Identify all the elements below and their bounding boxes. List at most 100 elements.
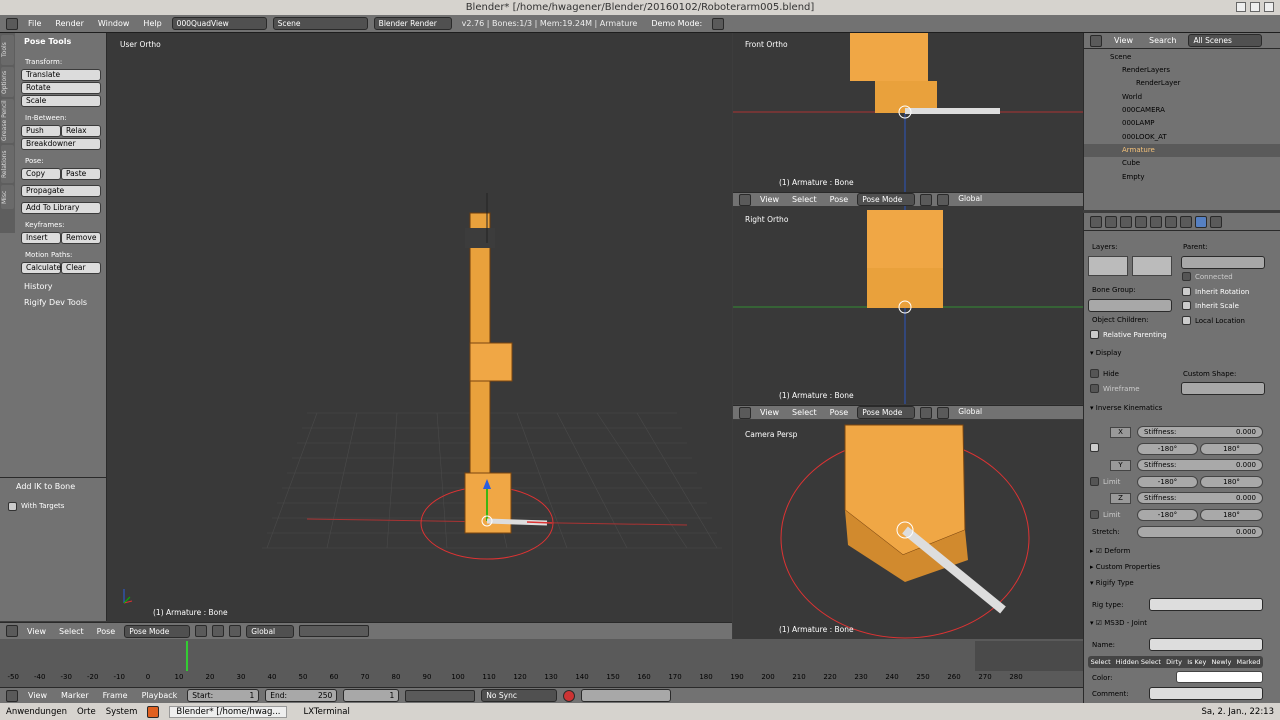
shading-icon[interactable] — [920, 193, 933, 206]
render-tab-icon[interactable] — [1105, 215, 1117, 228]
tab-grease-pencil[interactable]: Grease Pencil — [1, 99, 14, 143]
stretch-slider[interactable]: 0.000 — [1137, 526, 1263, 538]
add-to-library-button[interactable]: Add To Library — [21, 202, 101, 214]
taskbar-terminal[interactable]: LXTerminal — [297, 707, 355, 717]
clear-paths-button[interactable]: Clear — [61, 262, 101, 274]
stiffness-z-slider[interactable]: Stiffness: 0.000 — [1137, 492, 1263, 504]
editor-type-icon[interactable] — [1090, 215, 1102, 228]
flag-is-key[interactable]: Is Key — [1187, 656, 1206, 668]
taskbar-blender[interactable]: Blender* [/home/hwag... — [169, 705, 288, 718]
menu-view[interactable]: View — [756, 195, 783, 204]
maximize-icon[interactable] — [1250, 2, 1260, 12]
viewport-user-ortho[interactable]: User Ortho (1) Armature : Bone — [107, 33, 732, 622]
stiffness-y-slider[interactable]: Stiffness: 0.000 — [1137, 459, 1263, 471]
lock-y-toggle[interactable]: Y — [1110, 460, 1131, 471]
wireframe-checkbox[interactable] — [1090, 384, 1099, 393]
menu-help[interactable]: Help — [139, 19, 165, 28]
outliner-view-menu[interactable]: View — [1110, 36, 1137, 45]
outliner-filter-select[interactable]: All Scenes — [1188, 34, 1263, 47]
comment-field[interactable] — [1149, 687, 1263, 700]
start-frame-field[interactable]: Start: 1 — [187, 689, 260, 702]
orientation-select[interactable]: Global — [954, 193, 988, 206]
viewport-front-ortho[interactable]: Front Ortho (1) Armature : Bone — [733, 33, 1083, 192]
menu-select[interactable]: Select — [55, 627, 88, 636]
layers-icon[interactable] — [299, 625, 370, 637]
data-tab-icon[interactable] — [1180, 215, 1192, 228]
relax-button[interactable]: Relax — [61, 125, 101, 137]
tab-relations[interactable]: Relations — [1, 145, 14, 183]
outliner-item-lamp[interactable]: 000LAMP — [1084, 117, 1280, 130]
insert-keyframe-button[interactable]: Insert — [21, 232, 61, 244]
limit-z-min[interactable]: -180° — [1137, 509, 1198, 521]
object-tab-icon[interactable] — [1150, 215, 1162, 228]
propagate-button[interactable]: Propagate — [21, 185, 101, 197]
pose-tools-header[interactable]: Pose Tools — [24, 37, 71, 46]
add-ik-operator-header[interactable]: Add IK to Bone — [16, 482, 75, 491]
pivot-icon[interactable] — [937, 193, 950, 206]
flag-select[interactable]: Select — [1091, 656, 1111, 668]
color-swatch[interactable] — [1176, 671, 1263, 683]
timeline-view-menu[interactable]: View — [24, 691, 51, 700]
render-engine-select[interactable]: Blender Render — [373, 17, 452, 30]
history-panel-header[interactable]: History — [24, 282, 52, 291]
menu-window[interactable]: Window — [94, 19, 134, 28]
outliner-item-renderlayer[interactable]: RenderLayer — [1084, 77, 1280, 90]
outliner-item-look-at[interactable]: 000LOOK_AT — [1084, 131, 1280, 144]
calculate-paths-button[interactable]: Calculate — [21, 262, 61, 274]
viewport-right-ortho[interactable]: Right Ortho (1) Armature : Bone — [733, 206, 1083, 404]
layers-grid-b[interactable] — [1132, 256, 1172, 276]
world-tab-icon[interactable] — [1135, 215, 1147, 228]
timeline-frame-menu[interactable]: Frame — [99, 691, 132, 700]
bone-constraints-tab-icon[interactable] — [1210, 215, 1222, 228]
editor-type-icon[interactable] — [6, 689, 18, 702]
rotate-button[interactable]: Rotate — [21, 82, 101, 94]
play-icon[interactable] — [712, 17, 725, 30]
outliner-item-camera[interactable]: 000CAMERA — [1084, 104, 1280, 117]
outliner-item-renderlayers[interactable]: RenderLayers — [1084, 64, 1280, 77]
limit-z-max[interactable]: 180° — [1200, 509, 1263, 521]
current-frame-field[interactable]: 1 — [343, 689, 400, 702]
mode-select[interactable]: Pose Mode — [124, 624, 191, 638]
menu-select[interactable]: Select — [788, 195, 821, 204]
screen-layout-field[interactable]: 000QuadView — [171, 17, 267, 30]
outliner-item-world[interactable]: World — [1084, 91, 1280, 104]
timeline-marker-menu[interactable]: Marker — [57, 691, 93, 700]
rigify-dev-tools-header[interactable]: Rigify Dev Tools — [24, 298, 87, 307]
apps-menu[interactable]: Anwendungen — [6, 707, 67, 717]
limit-y-max[interactable]: 180° — [1200, 476, 1263, 488]
scale-button[interactable]: Scale — [21, 95, 101, 107]
local-location-checkbox[interactable] — [1182, 316, 1191, 325]
end-frame-field[interactable]: End: 250 — [265, 689, 338, 702]
tab-options[interactable]: Options — [1, 67, 14, 97]
menu-pose[interactable]: Pose — [93, 627, 120, 636]
limit-x-checkbox[interactable] — [1090, 443, 1099, 452]
editor-type-icon[interactable] — [1090, 34, 1102, 47]
push-button[interactable]: Push — [21, 125, 61, 137]
flag-newly[interactable]: Newly — [1212, 656, 1232, 668]
rigify-type-panel-header[interactable]: ▾ Rigify Type — [1090, 579, 1134, 587]
relative-parenting-checkbox[interactable] — [1090, 330, 1099, 339]
ik-panel-header[interactable]: ▾ Inverse Kinematics — [1090, 404, 1162, 412]
orientation-select[interactable]: Global — [246, 624, 295, 638]
editor-type-icon[interactable] — [739, 193, 751, 206]
shading-icon[interactable] — [195, 625, 208, 637]
limit-z-checkbox[interactable] — [1090, 510, 1099, 519]
outliner-item-armature[interactable]: Armature — [1084, 144, 1280, 157]
orientation-select[interactable]: Global — [954, 406, 988, 419]
places-menu[interactable]: Orte — [77, 707, 96, 717]
record-icon[interactable] — [563, 689, 576, 702]
remove-keyframe-button[interactable]: Remove — [61, 232, 101, 244]
lock-x-toggle[interactable]: X — [1110, 427, 1131, 438]
timeline[interactable]: -50 -40 -30 -20 -10 0 10 20 30 40 50 60 … — [0, 639, 1083, 687]
constraints-tab-icon[interactable] — [1165, 215, 1177, 228]
keying-set-field[interactable] — [581, 689, 672, 702]
inherit-scale-checkbox[interactable] — [1182, 301, 1191, 310]
bone-group-field[interactable] — [1088, 299, 1172, 312]
menu-view[interactable]: View — [756, 408, 783, 417]
deform-panel-header[interactable]: ▸ ☑ Deform — [1090, 547, 1130, 555]
mode-select[interactable]: Pose Mode — [857, 406, 916, 419]
browser-icon[interactable] — [147, 705, 160, 718]
pivot-icon[interactable] — [212, 625, 225, 637]
stiffness-x-slider[interactable]: Stiffness: 0.000 — [1137, 426, 1263, 438]
breakdowner-button[interactable]: Breakdowner — [21, 138, 101, 150]
